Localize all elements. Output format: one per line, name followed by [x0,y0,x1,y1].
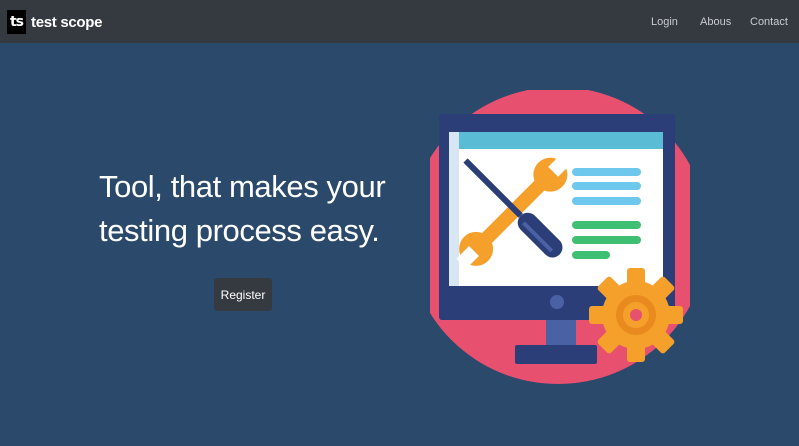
hero-title: Tool, that makes your testing process ea… [99,169,386,248]
monitor-stand-base [515,345,597,364]
brand-name: test scope [31,13,103,31]
logo-icon: ts [7,10,26,34]
nav-login-link[interactable]: Login [651,16,678,28]
gear-icon [589,268,683,362]
navbar: ts test scope Login Abous Contact [0,0,799,43]
nav-about-link[interactable]: Abous [700,16,731,28]
brand-logo-link[interactable]: ts test scope [7,10,103,34]
monitor-stand-neck [546,320,576,345]
tools-monitor-illustration [430,90,690,384]
nav-contact-link[interactable]: Contact [750,16,788,28]
register-button[interactable]: Register [214,278,272,311]
